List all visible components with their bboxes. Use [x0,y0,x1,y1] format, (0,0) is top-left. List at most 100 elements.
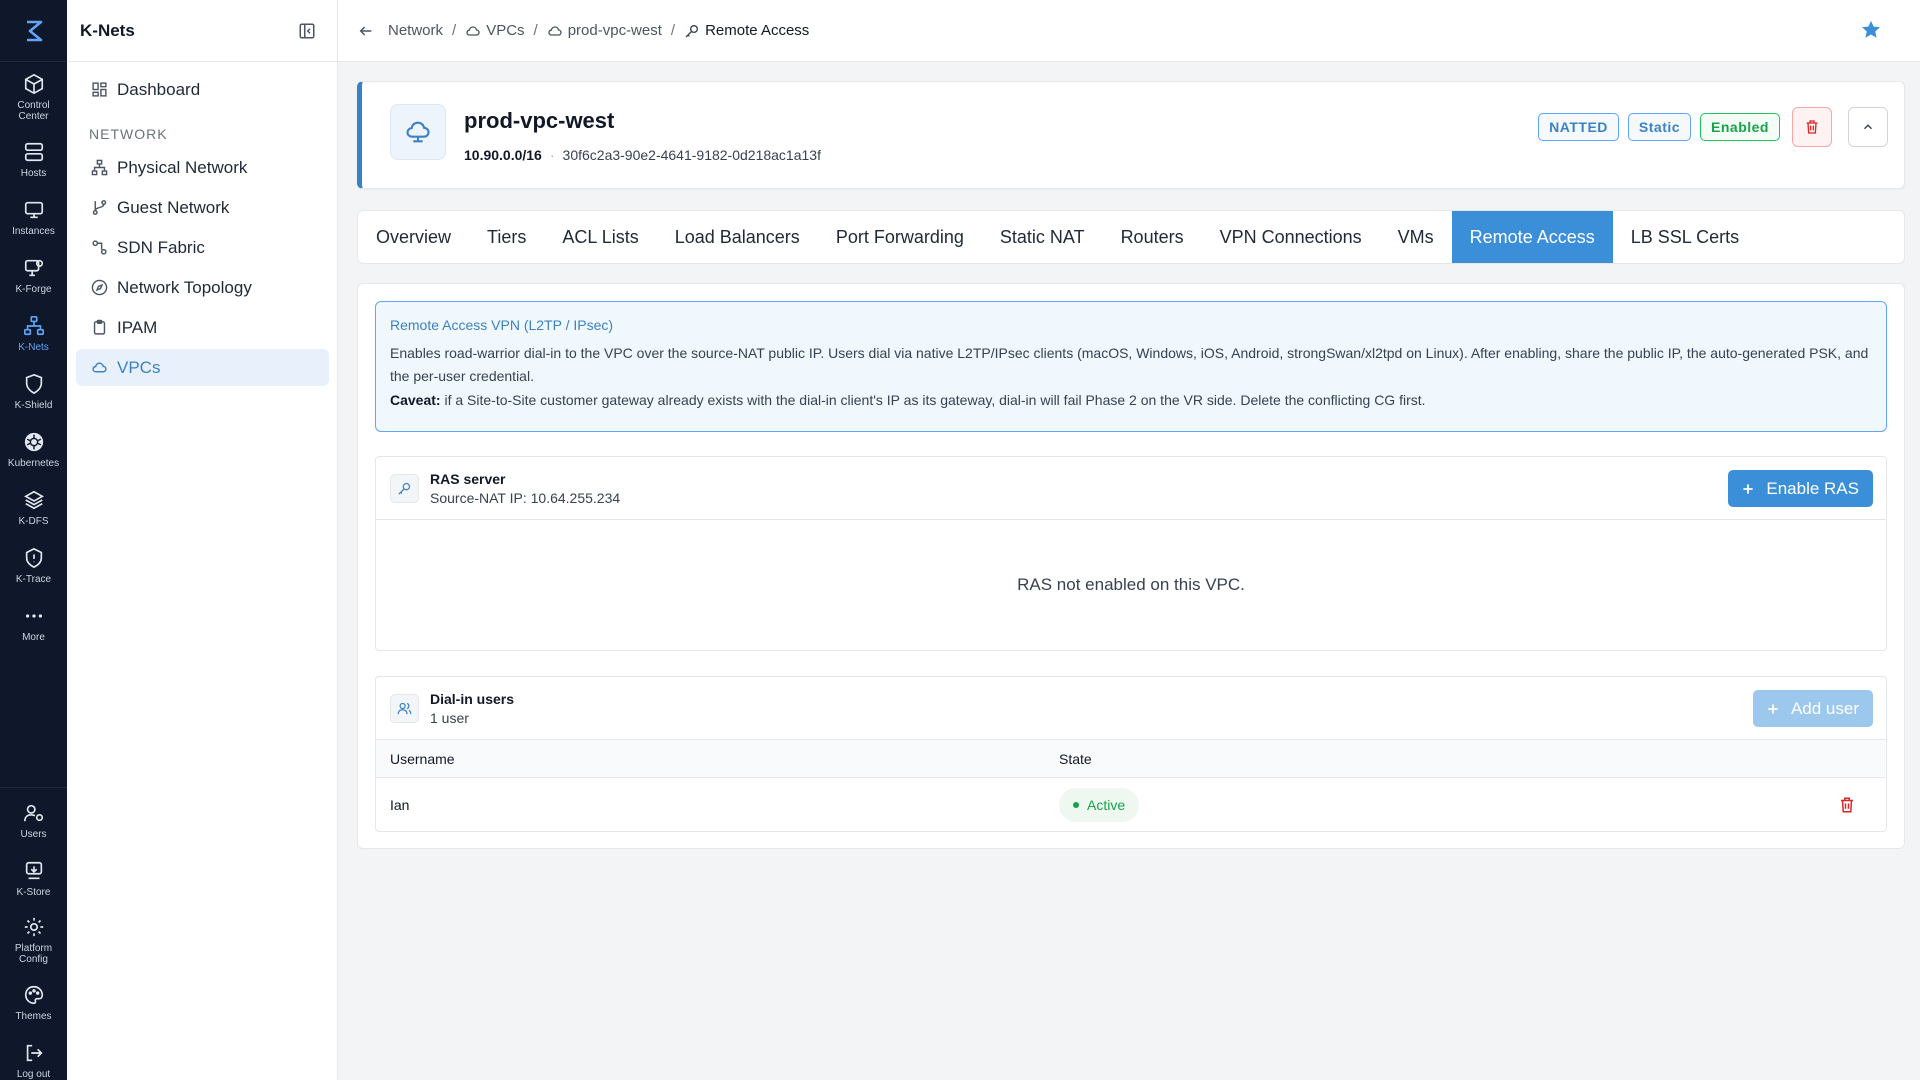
breadcrumb-vpc[interactable]: prod-vpc-west [547,22,662,39]
tab-static-nat[interactable]: Static NAT [982,211,1103,263]
status-dot [1073,801,1079,808]
column-header-username: Username [390,750,455,767]
fabric-icon [90,239,108,257]
vpc-uuid: 30f6c2a3-90e2-4641-9182-0d218ac1a13f [562,147,821,163]
enable-ras-button[interactable]: Enable RAS [1728,470,1873,507]
favorite-star-icon[interactable] [1860,19,1882,41]
tab-remote-access[interactable]: Remote Access [1451,211,1613,263]
vpc-tabs: Overview Tiers ACL Lists Load Balancers … [357,210,1905,264]
status-label: Active [1087,796,1126,813]
back-arrow-icon[interactable] [356,21,376,41]
rail-item-k-trace[interactable]: K-Trace [0,546,67,585]
rail-item-users[interactable]: Users [0,801,67,840]
rail-label: Hosts [20,168,47,179]
sidebar-item-label: VPCs [117,357,161,377]
rail-item-platform-config[interactable]: Platform Config [0,915,67,965]
tab-acl-lists[interactable]: ACL Lists [544,211,656,263]
rail-item-k-store[interactable]: K-Store [0,859,67,898]
plus-icon [1766,702,1780,716]
chevron-up-icon [1864,124,1872,130]
sidebar-item-label: SDN Fabric [117,237,205,257]
delete-user-trash-icon[interactable] [1838,796,1856,814]
tab-vpn-connections[interactable]: VPN Connections [1202,211,1380,263]
column-header-state: State [1059,750,1092,767]
table-row: Ian Active [376,778,1886,831]
tab-routers[interactable]: Routers [1103,211,1202,263]
rail-label: Themes [15,1011,52,1022]
cell-state: Active [1059,787,1140,822]
trash-icon [1806,120,1818,134]
trace-icon [22,546,46,570]
sidebar-item-label: IPAM [117,317,158,337]
cloud-network-icon [390,104,446,160]
rail-item-kubernetes[interactable]: Kubernetes [0,430,67,469]
rail-item-control-center[interactable]: Control Center [0,72,67,122]
rail-label: Platform Config [14,943,53,965]
rail-item-k-shield[interactable]: K-Shield [0,372,67,411]
breadcrumb-vpcs[interactable]: VPCs [465,22,525,39]
dial-in-users-count: 1 user [430,709,469,726]
rail-label: More [22,632,45,643]
tab-overview[interactable]: Overview [358,211,469,263]
rail-item-k-nets[interactable]: K-Nets [0,314,67,353]
breadcrumb-label: Remote Access [705,22,810,39]
sidebar-item-guest-network[interactable]: Guest Network [76,189,329,226]
tab-load-balancers[interactable]: Load Balancers [657,211,818,263]
breadcrumb-network[interactable]: Network [388,22,443,39]
sidebar-item-vpcs[interactable]: VPCs [76,349,329,386]
dashboard-icon [90,81,108,99]
vpc-header-card: prod-vpc-west 10.90.0.0/16 · 30f6c2a3-90… [357,81,1905,189]
add-user-button[interactable]: Add user [1752,690,1873,727]
dial-in-users-title: Dial-in users [430,690,515,707]
sidebar-item-physical-network[interactable]: Physical Network [76,149,329,186]
rail-divider [0,787,67,788]
tab-port-forwarding[interactable]: Port Forwarding [818,211,982,263]
tab-tiers[interactable]: Tiers [469,211,544,263]
topology-icon [90,159,108,177]
rail-label: Users [20,829,47,840]
users-icon [390,693,419,723]
plus-icon [1741,482,1755,496]
sidebar-item-network-topology[interactable]: Network Topology [76,269,329,306]
sidebar-title: K-Nets [80,20,135,40]
collapse-header-button[interactable] [1848,107,1888,147]
rail-item-hosts[interactable]: Hosts [0,140,67,179]
key-icon [390,473,419,503]
caveat-text: if a Site-to-Site customer gateway alrea… [440,392,1426,408]
sidebar-header: K-Nets [67,0,337,62]
sidebar-item-label: Guest Network [117,197,230,217]
breadcrumb-label: Network [388,22,444,39]
remote-access-panel: Remote Access VPN (L2TP / IPsec) Enables… [357,283,1905,849]
top-bar: Network / VPCs / prod-vpc-west / Remote … [338,0,1920,62]
rail-item-more[interactable]: More [0,604,67,643]
breadcrumb-label: prod-vpc-west [567,22,662,39]
monitor-icon [22,198,46,222]
info-callout: Remote Access VPN (L2TP / IPsec) Enables… [375,301,1887,432]
sidebar-section-network: NETWORK [89,126,168,142]
breadcrumb-separator: / [670,22,676,39]
rail-label: K-DFS [18,516,49,527]
rail-item-themes[interactable]: Themes [0,983,67,1022]
sidebar-item-dashboard[interactable]: Dashboard [76,71,329,108]
git-branch-icon [90,199,108,217]
meta-separator: · [549,147,555,163]
sidebar-item-sdn-fabric[interactable]: SDN Fabric [76,229,329,266]
sidebar: K-Nets Dashboard NETWORK Physical Networ… [67,0,338,1080]
ras-server-title: RAS server [430,470,506,487]
rail-item-k-forge[interactable]: K-Forge [0,256,67,295]
badge-enabled: Enabled [1700,113,1780,141]
app-logo[interactable] [0,0,67,62]
rail-item-instances[interactable]: Instances [0,198,67,237]
sidebar-item-label: Network Topology [117,277,252,297]
sidebar-collapse-icon[interactable] [297,21,317,41]
clipboard-icon [90,319,108,337]
ras-server-header: RAS server Source-NAT IP: 10.64.255.234 … [376,457,1886,520]
tab-lb-ssl-certs[interactable]: LB SSL Certs [1613,211,1757,263]
info-title: Remote Access VPN (L2TP / IPsec) [390,317,614,333]
badge-static: Static [1627,113,1692,141]
sidebar-item-ipam[interactable]: IPAM [76,309,329,346]
rail-item-k-dfs[interactable]: K-DFS [0,488,67,527]
tab-vms[interactable]: VMs [1380,211,1452,263]
rail-item-log-out[interactable]: Log out [0,1041,67,1080]
delete-vpc-button[interactable] [1792,107,1832,147]
